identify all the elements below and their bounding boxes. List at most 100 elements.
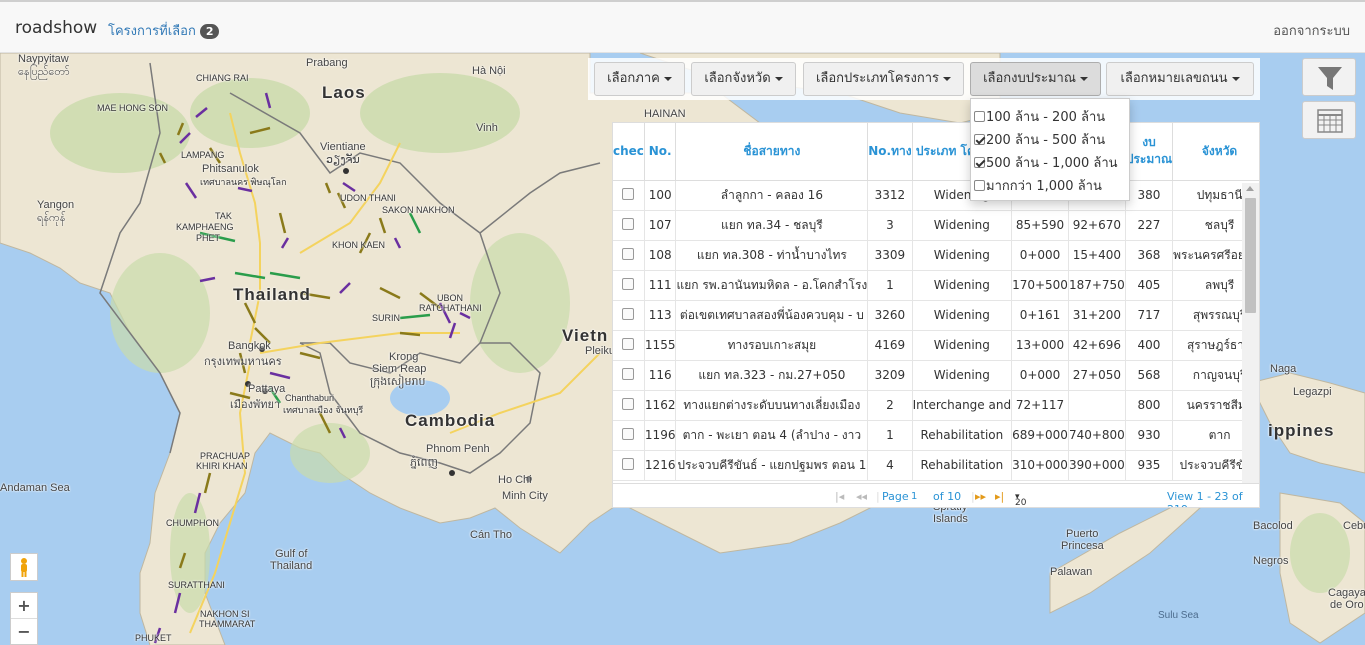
pager-divider: | [876,490,880,503]
header-province[interactable]: จังหวัด [1172,123,1259,181]
grid-scrollbar[interactable] [1242,183,1259,483]
last-page-icon[interactable]: ▸| [995,490,1004,503]
checkbox[interactable] [974,180,985,191]
table-row[interactable]: 111 แยก รพ.อานันทมหิดล - อ.โคกสำโรง 1 Widen… [613,270,1259,301]
option-label: 200 ล้าน - 500 ล้าน [986,133,1106,148]
budget-option-over-1000[interactable]: มากกว่า 1,000 ล้าน [971,174,1129,197]
table-toggle-button[interactable] [1302,101,1356,139]
table-row[interactable]: 107 แยก ทล.34 - ชลบุรี 3 Widening 85+590 92+6… [613,210,1259,241]
per-page-select[interactable]: 20 ▾ [1015,492,1026,507]
filter-budget-button[interactable]: เลือกงบประมาณ [970,62,1101,96]
row-checkbox[interactable] [622,397,635,410]
chevron-down-icon [663,76,672,81]
table-row[interactable]: 113 ต่อเขตเทศบาลสองพี่น้องควบคุม - บ 3260 W… [613,300,1259,331]
row-checkbox-cell[interactable] [613,450,645,481]
row-checkbox[interactable] [622,247,635,260]
cell-project-type: Rehabilitation [912,420,1013,451]
prev-page-icon[interactable]: ◂◂ [856,490,867,503]
row-checkbox[interactable] [622,277,635,290]
filter-project-type-button[interactable]: เลือกประเภทโครงการ [803,62,964,96]
table-row[interactable]: 1196 ตาก - พะเยา ตอน 4 (ลำปาง - งาว 1 Rehab… [613,420,1259,451]
table-row[interactable]: 1162 ทางแยกต่างระดับบนทางเลี่ยงเมือง 2 Inte… [613,390,1259,421]
header-road-no[interactable]: No.ทาง [867,123,913,181]
header-budget[interactable]: งบ ประมาณ [1125,123,1174,181]
map-label-cambodia: Cambodia [405,411,496,430]
row-checkbox[interactable] [622,337,635,350]
budget-option-200-500[interactable]: 200 ล้าน - 500 ล้าน [971,128,1129,151]
row-checkbox-cell[interactable] [613,330,645,361]
cell-road-no: 2 [867,390,913,421]
scroll-up-icon[interactable] [1246,186,1254,191]
map-label-bacolod: Bacolod [1253,520,1293,532]
header-check[interactable]: chec [613,123,645,181]
row-checkbox-cell[interactable] [613,270,645,301]
filter-project-type-label: เลือกประเภทโครงการ [815,71,940,86]
first-page-icon[interactable]: |◂ [835,490,844,503]
map-label-chumphon: CHUMPHON [166,518,219,528]
table-row[interactable]: 116 แยก ทล.323 - กม.27+050 3209 Widening 0+0… [613,360,1259,391]
map-label-thailand: Thailand [233,285,311,304]
budget-option-100-200[interactable]: 100 ล้าน - 200 ล้าน [971,105,1129,128]
checkbox-checked[interactable] [974,134,985,145]
cell-road-name: ต่อเขตเทศบาลสองพี่น้องควบคุม - บ [675,300,869,331]
cell-no: 113 [644,300,677,331]
budget-option-500-1000[interactable]: 500 ล้าน - 1,000 ล้าน [971,151,1129,174]
map-label-phnom-penh-local: ភ្នំពេញ [410,457,438,469]
row-checkbox-cell[interactable] [613,420,645,451]
next-page-icon[interactable]: ▸▸ [975,490,986,503]
table-row[interactable]: 108 แยก ทล.308 - ท่าน้ำบางไทร 3309 Widening… [613,240,1259,271]
row-checkbox[interactable] [622,187,635,200]
header-road-name[interactable]: ชื่อสายทาง [675,123,869,181]
zoom-out-button[interactable]: − [11,619,37,645]
page-input[interactable]: 1 [911,491,917,502]
cell-project-type: Widening [912,360,1013,391]
row-checkbox-cell[interactable] [613,180,645,211]
chevron-down-icon [1079,76,1088,81]
map-label-nakhon: NAKHON SI [200,609,250,619]
option-label: 100 ล้าน - 200 ล้าน [986,110,1106,125]
table-row[interactable]: 1155 ทางรอบเกาะสมุย 4169 Widening 13+000 42+6… [613,330,1259,361]
brand[interactable]: roadshow [15,18,97,38]
checkbox[interactable] [974,111,985,122]
cell-budget: 568 [1125,360,1174,391]
row-checkbox-cell[interactable] [613,300,645,331]
row-checkbox-cell[interactable] [613,390,645,421]
filter-road-number-button[interactable]: เลือกหมายเลขถนน [1106,62,1254,96]
header-no[interactable]: No. [644,123,677,181]
map-label-phitsanulok: Phitsanulok [202,163,259,175]
row-checkbox-cell[interactable] [613,210,645,241]
filter-province-button[interactable]: เลือกจังหวัด [691,62,796,96]
map-label-hcmc: Ho Chi [498,474,532,486]
cell-no: 1216 [644,450,677,481]
row-checkbox[interactable] [622,427,635,440]
selected-projects-link[interactable]: โครงการที่เลือก 2 [108,20,220,41]
zoom-in-button[interactable]: + [11,593,37,619]
row-checkbox[interactable] [622,457,635,470]
cell-road-name: แยก ทล.308 - ท่าน้ำบางไทร [675,240,869,271]
filter-toggle-button[interactable] [1302,58,1356,96]
map-label-phet: PHET [196,233,221,243]
scroll-thumb[interactable] [1245,198,1256,313]
table-row[interactable]: 100 ลำลูกกา - คลอง 16 3312 Widening 380 ปทุมธ… [613,180,1259,211]
row-checkbox-cell[interactable] [613,360,645,391]
table-row[interactable]: 1216 ประจวบคีรีขันธ์ - แยกปฐมพร ตอน 1 4 Reh… [613,450,1259,481]
map-label-yangon-local: ရန်ကုန် [37,212,66,224]
checkbox-checked[interactable] [974,157,985,168]
row-checkbox[interactable] [622,367,635,380]
selected-count-badge: 2 [199,24,220,39]
row-checkbox[interactable] [622,217,635,230]
row-checkbox-cell[interactable] [613,240,645,271]
map-label-vinh: Vinh [476,122,498,134]
map-label-gulf2: Thailand [270,560,313,572]
filter-region-button[interactable]: เลือกภาค [594,62,685,96]
map-label-chanthaburi-local: เทศบาลเมือง จันทบุรี [283,405,364,415]
cell-road-no: 3 [867,210,913,241]
map-label-udon: UDON THANI [340,193,396,203]
row-checkbox[interactable] [622,307,635,320]
map-label-surin: SURIN [372,313,401,323]
street-view-pegman[interactable] [10,553,38,581]
cell-km-end: 42+696 [1068,330,1126,361]
logout-link[interactable]: ออกจากระบบ [1273,20,1350,41]
map-label-siem-reap: Siem Reap [372,363,427,375]
cell-km-end: 92+670 [1068,210,1126,241]
